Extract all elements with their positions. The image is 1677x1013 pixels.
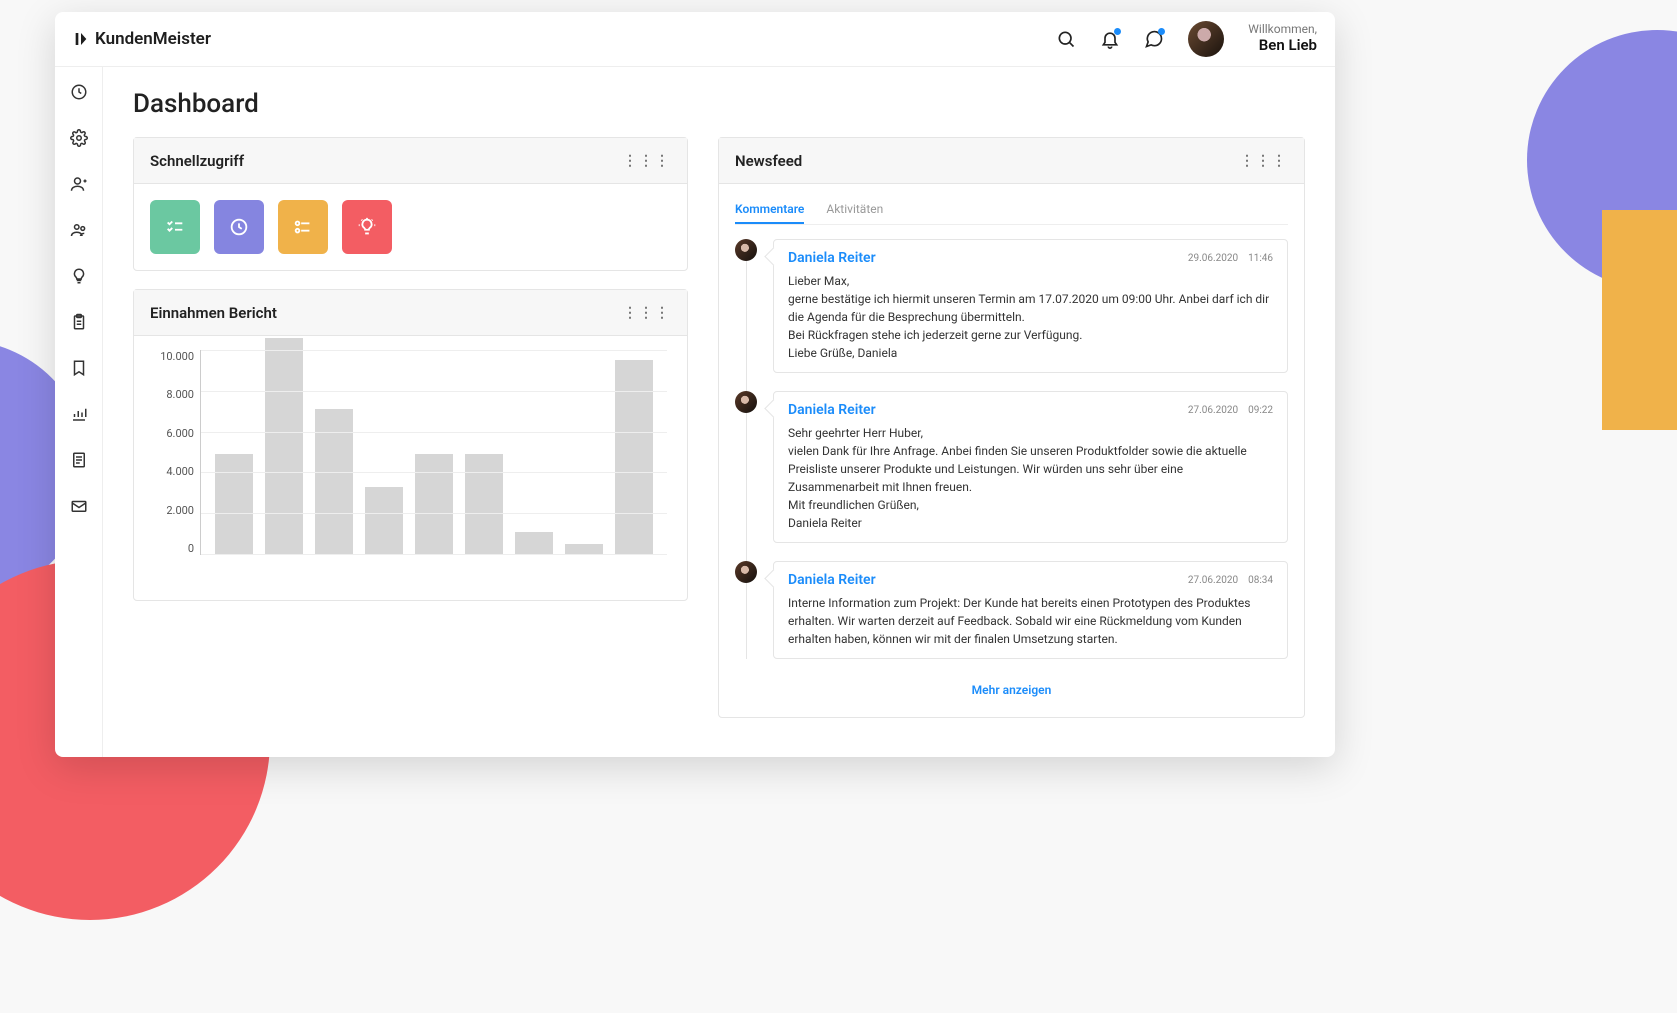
welcome-label: Willkommen, <box>1248 23 1317 37</box>
tab-kommentare[interactable]: Kommentare <box>735 196 804 224</box>
chart-bar <box>465 454 503 554</box>
gridline <box>201 432 667 433</box>
post-avatar[interactable] <box>735 239 757 261</box>
post-timestamp: 27.06.202009:22 <box>1188 405 1273 416</box>
main-content: Dashboard Schnellzugriff ⋮⋮⋮ <box>103 67 1335 757</box>
post-bubble: Daniela Reiter 27.06.202009:22 Sehr geehrt… <box>773 391 1288 543</box>
post-timestamp: 27.06.202008:34 <box>1188 575 1273 586</box>
bookmark-icon[interactable] <box>70 359 88 377</box>
post-author[interactable]: Daniela Reiter <box>788 402 876 418</box>
bell-icon[interactable] <box>1100 29 1120 49</box>
card-title: Einnahmen Bericht <box>150 304 277 322</box>
brand[interactable]: KundenMeister <box>73 29 211 49</box>
post-avatar[interactable] <box>735 391 757 413</box>
drag-handle-icon[interactable]: ⋮⋮⋮ <box>623 153 671 169</box>
avatar[interactable] <box>1188 21 1224 57</box>
post-author[interactable]: Daniela Reiter <box>788 572 876 588</box>
gridline <box>201 472 667 473</box>
post-bubble: Daniela Reiter 27.06.202008:34 Interne Inf… <box>773 561 1288 659</box>
chat-icon[interactable] <box>1144 29 1164 49</box>
timeline-line <box>746 247 747 659</box>
clipboard-icon[interactable] <box>70 313 88 331</box>
newsfeed-tabs: Kommentare Aktivitäten <box>735 196 1288 225</box>
app-window: KundenMeister Willkommen, Ben Lieb <box>55 12 1335 757</box>
chart-bar <box>615 360 653 554</box>
newsfeed-card: Newsfeed ⋮⋮⋮ Kommentare Aktivitäten Dani… <box>718 137 1305 718</box>
post-message: Interne Information zum Projekt: Der Kun… <box>788 594 1273 648</box>
drag-handle-icon[interactable]: ⋮⋮⋮ <box>623 305 671 321</box>
users-icon[interactable] <box>70 221 88 239</box>
quick-clock-button[interactable] <box>214 200 264 254</box>
user-name: Ben Lieb <box>1248 37 1317 54</box>
chart-bar <box>415 454 453 554</box>
user-icon[interactable] <box>70 175 88 193</box>
chart-bar <box>365 487 403 554</box>
chart-icon[interactable] <box>70 405 88 423</box>
newsfeed-list: Daniela Reiter 29.06.202011:46 Lieber Max,… <box>735 239 1288 659</box>
welcome-text: Willkommen, Ben Lieb <box>1248 23 1317 54</box>
mail-icon[interactable] <box>70 497 88 515</box>
gear-icon[interactable] <box>70 129 88 147</box>
header: KundenMeister Willkommen, Ben Lieb <box>55 12 1335 67</box>
revenue-chart: 10.000 8.000 6.000 4.000 2.000 0 <box>154 350 667 580</box>
chart-bar <box>565 544 603 554</box>
y-tick-label: 6.000 <box>154 427 194 440</box>
quick-checklist-button[interactable] <box>150 200 200 254</box>
feed-post: Daniela Reiter 27.06.202008:34 Interne Inf… <box>735 561 1288 659</box>
dashboard-icon[interactable] <box>70 83 88 101</box>
card-title: Schnellzugriff <box>150 152 244 170</box>
search-icon[interactable] <box>1056 29 1076 49</box>
chart-bar <box>215 454 253 554</box>
post-message: Lieber Max, gerne bestätige ich hiermit … <box>788 272 1273 362</box>
gridline <box>201 391 667 392</box>
header-actions: Willkommen, Ben Lieb <box>1056 21 1317 57</box>
post-message: Sehr geehrter Herr Huber, vielen Dank fü… <box>788 424 1273 532</box>
show-more-button[interactable]: Mehr anzeigen <box>735 677 1288 703</box>
gridline <box>201 350 667 351</box>
bg-decoration <box>1602 210 1677 430</box>
post-bubble: Daniela Reiter 29.06.202011:46 Lieber Max,… <box>773 239 1288 373</box>
revenue-card: Einnahmen Bericht ⋮⋮⋮ 10.000 8.000 6.000 4.… <box>133 289 688 601</box>
brand-logo-icon <box>73 31 89 47</box>
feed-post: Daniela Reiter 27.06.202009:22 Sehr geehrt… <box>735 391 1288 543</box>
y-tick-label: 2.000 <box>154 504 194 517</box>
sidebar <box>55 67 103 757</box>
gridline <box>201 554 667 555</box>
chart-bar <box>515 532 553 554</box>
page-title: Dashboard <box>133 89 1305 119</box>
feed-post: Daniela Reiter 29.06.202011:46 Lieber Max,… <box>735 239 1288 373</box>
quick-sliders-button[interactable] <box>278 200 328 254</box>
post-avatar[interactable] <box>735 561 757 583</box>
y-tick-label: 10.000 <box>154 350 194 363</box>
quick-access-card: Schnellzugriff ⋮⋮⋮ <box>133 137 688 271</box>
post-author[interactable]: Daniela Reiter <box>788 250 876 266</box>
y-tick-label: 0 <box>154 542 194 555</box>
tab-aktivitaeten[interactable]: Aktivitäten <box>826 196 883 224</box>
lightbulb-icon[interactable] <box>70 267 88 285</box>
drag-handle-icon[interactable]: ⋮⋮⋮ <box>1240 153 1288 169</box>
quick-idea-button[interactable] <box>342 200 392 254</box>
card-title: Newsfeed <box>735 152 802 170</box>
y-tick-label: 8.000 <box>154 388 194 401</box>
chart-bar <box>265 338 303 554</box>
brand-name: KundenMeister <box>95 29 211 49</box>
y-tick-label: 4.000 <box>154 465 194 478</box>
gridline <box>201 513 667 514</box>
document-icon[interactable] <box>70 451 88 469</box>
post-timestamp: 29.06.202011:46 <box>1188 253 1273 264</box>
